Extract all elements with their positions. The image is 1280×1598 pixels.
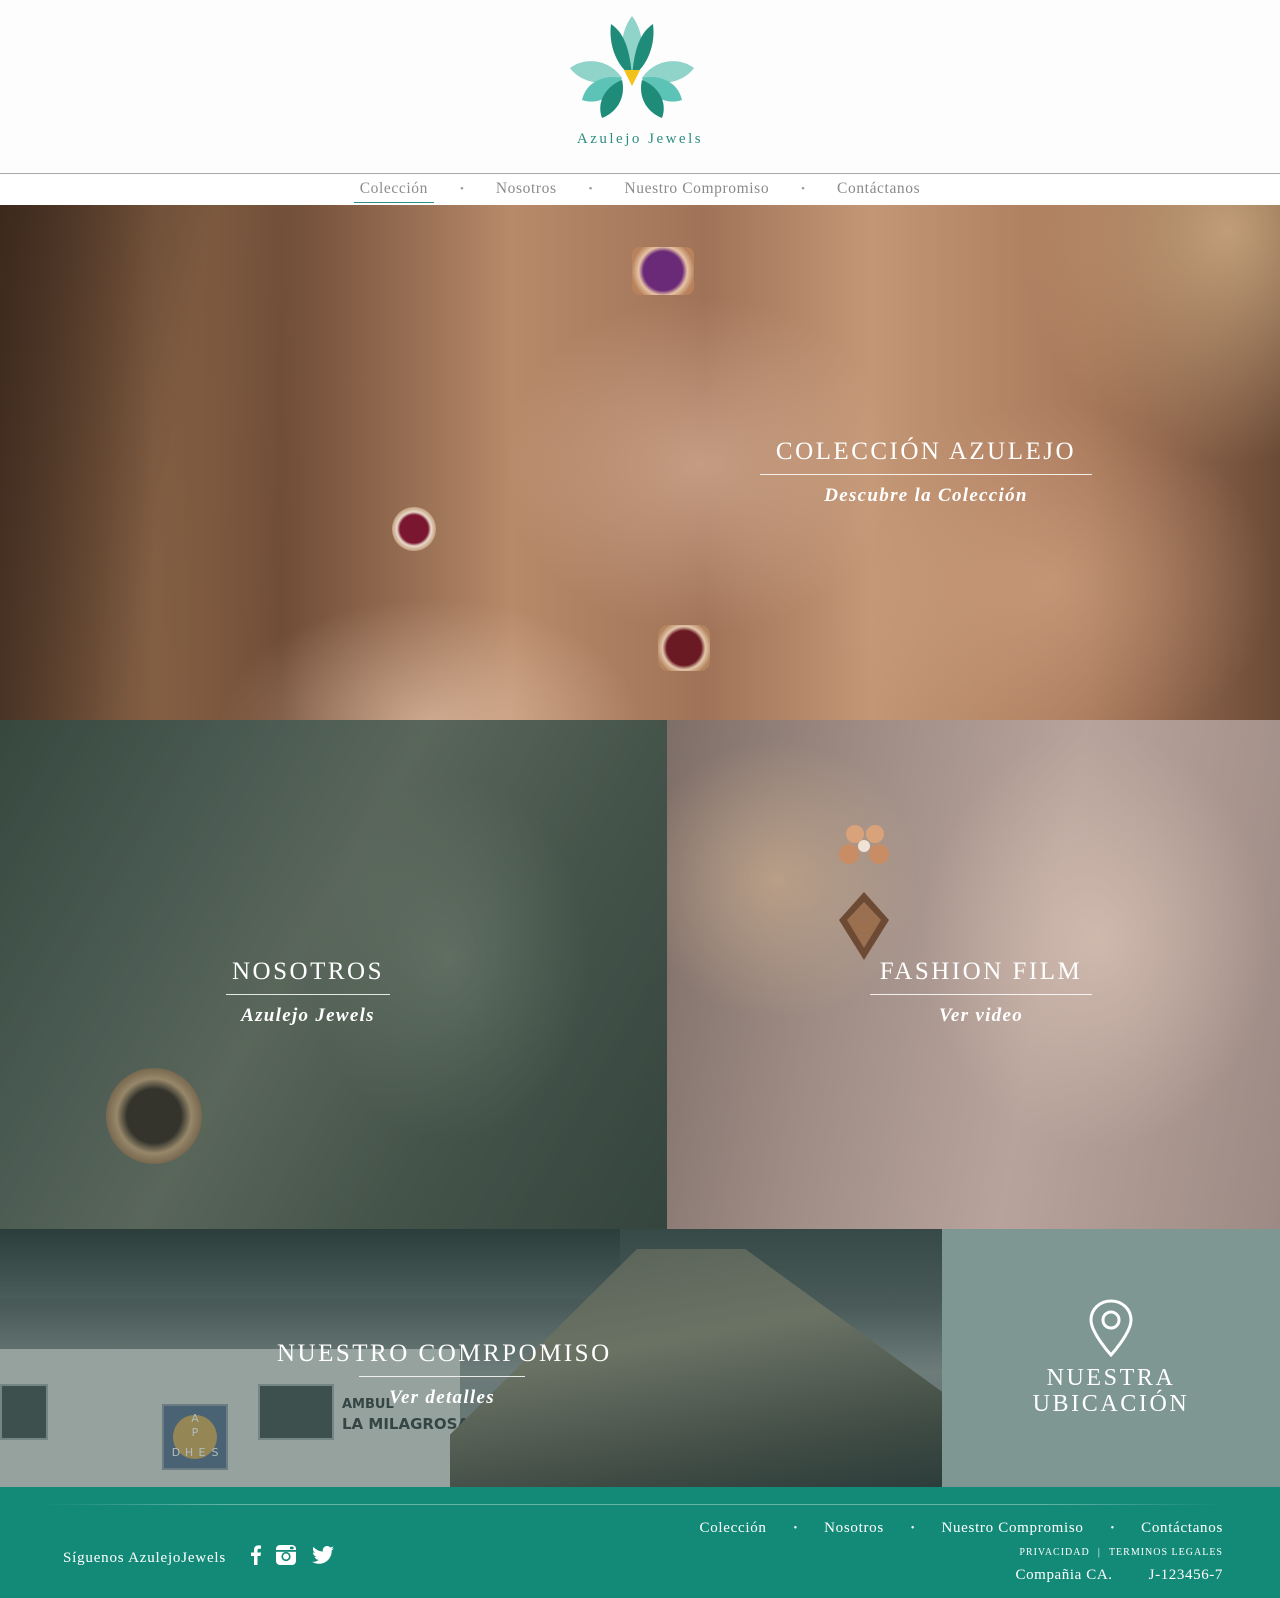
nosotros-title: NOSOTROS: [232, 958, 384, 985]
nosotros-caption: NOSOTROS Azulejo Jewels: [226, 958, 390, 1027]
footer-nav-separator: •: [1110, 1523, 1115, 1534]
footer-divider: [45, 1504, 1220, 1505]
hero-caption: COLECCIÓN AZULEJO Descubre la Colección: [760, 438, 1092, 507]
hero-photo-hair-right: [1020, 205, 1280, 465]
company-name: Compañia CA.: [1015, 1567, 1113, 1583]
privacidad-link[interactable]: PRIVACIDAD: [1019, 1547, 1089, 1558]
follow-us-text: Síguenos AzulejoJewels: [63, 1550, 227, 1566]
nav-item-nosotros[interactable]: Nosotros: [492, 174, 561, 204]
hero-subtitle-link[interactable]: Descubre la Colección: [760, 485, 1092, 507]
main-nav: Colección • Nosotros • Nuestro Compromis…: [0, 174, 1280, 204]
nosotros-panel[interactable]: NOSOTROS Azulejo Jewels: [0, 720, 667, 1229]
ubicacion-title-line1: NUESTRA: [1046, 1365, 1176, 1391]
ubicacion-title-line2: UBICACIÓN: [1032, 1391, 1190, 1417]
instagram-icon[interactable]: [274, 1543, 298, 1567]
nav-separator: •: [588, 183, 593, 195]
nav-separator: •: [801, 183, 806, 195]
nosotros-divider: [226, 994, 390, 995]
azulejo-logo-icon[interactable]: [566, 14, 698, 122]
compromiso-divider: [359, 1376, 525, 1377]
facebook-icon[interactable]: [244, 1543, 268, 1567]
footer-link-coleccion[interactable]: Colección: [700, 1520, 767, 1537]
site-header: Azulejo Jewels: [0, 0, 1280, 174]
footer-link-contactanos[interactable]: Contáctanos: [1141, 1520, 1223, 1537]
ubicacion-title: NUESTRA UBICACIÓN: [942, 1365, 1280, 1417]
ver-video-link[interactable]: Ver video: [870, 1005, 1092, 1027]
footer-nav-separator: •: [910, 1523, 915, 1534]
hero-divider: [760, 474, 1092, 475]
twitter-icon[interactable]: [310, 1543, 336, 1567]
fashion-film-panel[interactable]: FASHION FILM Ver video: [667, 720, 1280, 1229]
hero-coleccion-banner[interactable]: COLECCIÓN AZULEJO Descubre la Colección: [0, 205, 1280, 720]
amethyst-ring-image: [632, 247, 694, 295]
hero-photo-hair-left: [0, 205, 300, 720]
legal-separator: |: [1097, 1546, 1101, 1558]
terminos-legales-link[interactable]: TERMINOS LEGALES: [1109, 1547, 1223, 1558]
ver-detalles-link[interactable]: Ver detalles: [277, 1387, 607, 1409]
site-footer: Síguenos AzulejoJewels Colección • Nosot…: [0, 1487, 1280, 1598]
compromiso-panel[interactable]: A P D H E S AMBUL LA MILAGROSA NUESTRO C…: [0, 1229, 942, 1487]
company-info: Compañia CA. J-123456-7: [1015, 1567, 1223, 1584]
ubicacion-panel[interactable]: NUESTRA UBICACIÓN: [942, 1229, 1280, 1487]
garnet-ring-image: [658, 625, 710, 671]
brand-name: Azulejo Jewels: [576, 131, 704, 147]
earring-image: [839, 825, 889, 960]
footer-link-nosotros[interactable]: Nosotros: [824, 1520, 884, 1537]
nav-separator: •: [459, 183, 464, 195]
nav-item-coleccion[interactable]: Colección: [353, 174, 435, 204]
compromiso-caption: NUESTRO COMRPOMISO Ver detalles: [277, 1340, 612, 1409]
nav-item-nuestro-compromiso[interactable]: Nuestro Compromiso: [620, 174, 773, 204]
nav-item-contactanos[interactable]: Contáctanos: [833, 174, 924, 204]
footer-nav: Colección • Nosotros • Nuestro Compromis…: [700, 1520, 1224, 1537]
fashion-caption: FASHION FILM Ver video: [870, 958, 1092, 1027]
footer-nav-separator: •: [793, 1523, 798, 1534]
fashion-divider: [870, 994, 1092, 995]
compromiso-title: NUESTRO COMRPOMISO: [277, 1340, 612, 1367]
footer-link-nuestro-compromiso[interactable]: Nuestro Compromiso: [941, 1520, 1083, 1537]
hero-title: COLECCIÓN AZULEJO: [775, 438, 1077, 465]
company-rif: J-123456-7: [1148, 1567, 1223, 1583]
nosotros-subtitle-link[interactable]: Azulejo Jewels: [226, 1005, 390, 1027]
fashion-title: FASHION FILM: [879, 958, 1083, 985]
ruby-ring-image: [392, 507, 436, 551]
legal-links: PRIVACIDAD | TERMINOS LEGALES: [1019, 1546, 1223, 1558]
map-pin-icon: [1089, 1299, 1133, 1357]
